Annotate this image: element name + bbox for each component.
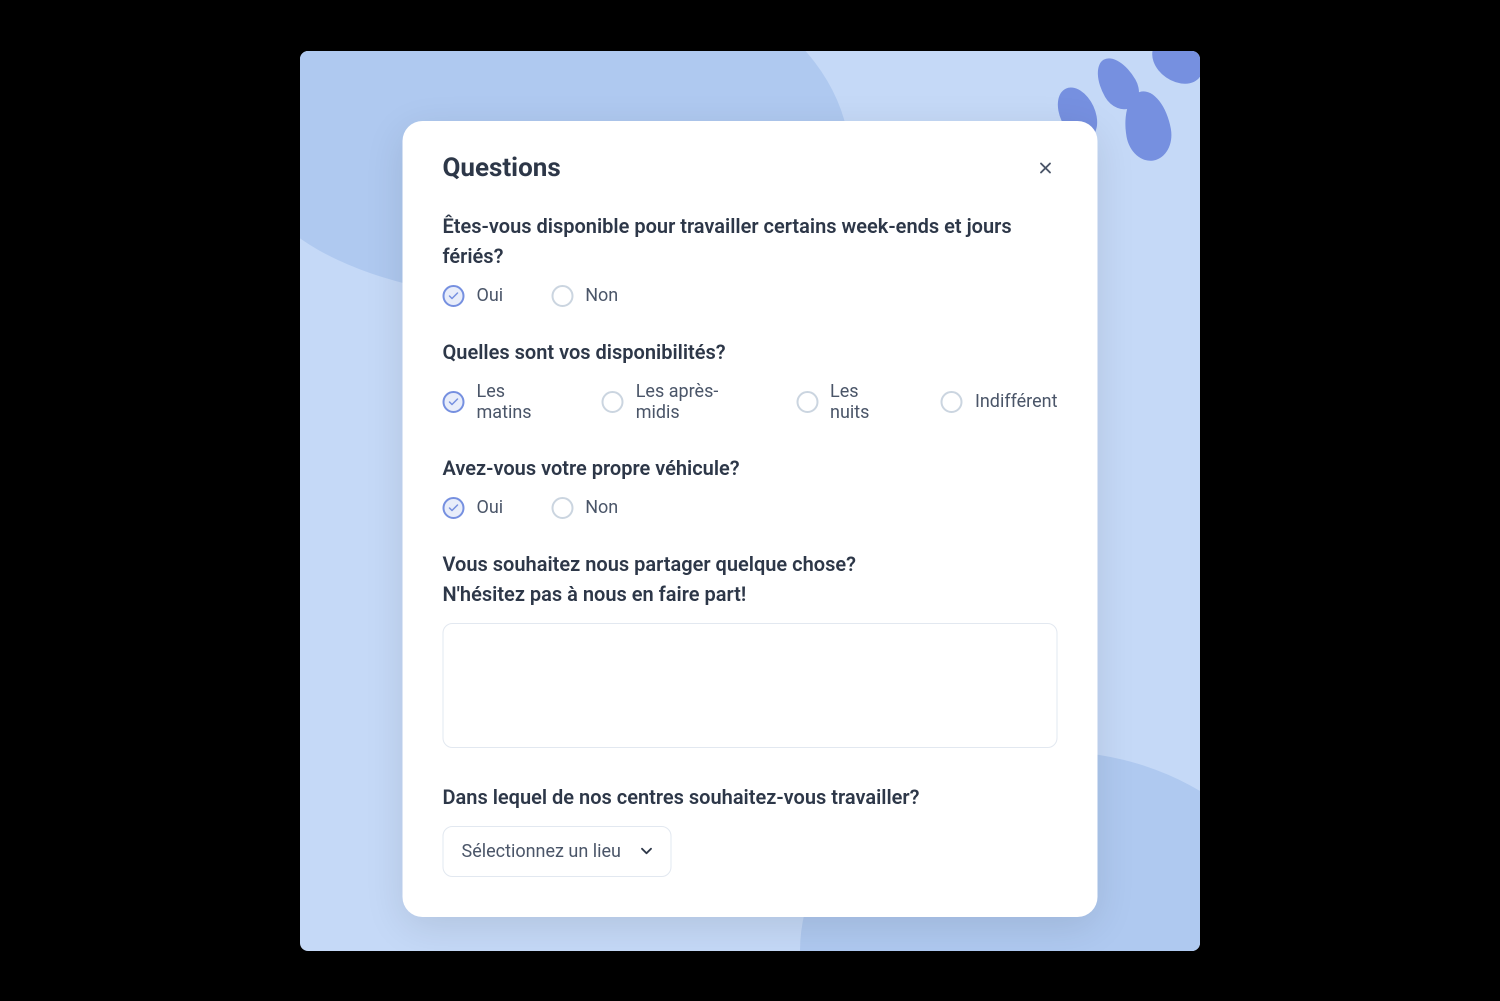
radio-checked-icon [443,285,465,307]
option-label: Indifférent [975,391,1058,412]
option-matins[interactable]: Les matins [443,381,554,423]
radio-unchecked-icon [602,391,624,413]
modal-header: Questions [443,153,1058,183]
share-textarea[interactable] [443,623,1058,748]
question-label: Vous souhaitez nous partager quelque cho… [443,549,1058,609]
close-icon [1037,159,1055,177]
question-vehicle: Avez-vous votre propre véhicule? Oui Non [443,453,1058,519]
option-label: Non [585,497,618,518]
radio-unchecked-icon [796,391,818,413]
radio-checked-icon [443,391,465,413]
option-label: Les après-midis [636,381,748,423]
radio-checked-icon [443,497,465,519]
option-oui[interactable]: Oui [443,497,504,519]
question-availability: Quelles sont vos disponibilités? Les mat… [443,337,1058,423]
option-label: Oui [477,285,504,306]
radio-unchecked-icon [941,391,963,413]
location-select[interactable]: Sélectionnez un lieu [443,826,672,877]
option-label: Non [585,285,618,306]
option-label: Les matins [477,381,554,423]
option-oui[interactable]: Oui [443,285,504,307]
option-indifferent[interactable]: Indifférent [941,391,1058,413]
modal-title: Questions [443,153,561,183]
select-wrapper: Sélectionnez un lieu [443,826,672,877]
question-label: Êtes-vous disponible pour travailler cer… [443,211,1058,271]
option-label: Oui [477,497,504,518]
question-weekends: Êtes-vous disponible pour travailler cer… [443,211,1058,307]
option-non[interactable]: Non [551,285,618,307]
option-non[interactable]: Non [551,497,618,519]
options-row: Oui Non [443,285,1058,307]
questions-modal: Questions Êtes-vous disponible pour trav… [403,121,1098,917]
question-label: Quelles sont vos disponibilités? [443,337,1058,367]
question-label: Avez-vous votre propre véhicule? [443,453,1058,483]
option-apres-midis[interactable]: Les après-midis [602,381,748,423]
question-label: Dans lequel de nos centres souhaitez-vou… [443,782,1058,812]
radio-unchecked-icon [551,285,573,307]
option-nuits[interactable]: Les nuits [796,381,893,423]
radio-unchecked-icon [551,497,573,519]
close-button[interactable] [1034,156,1058,180]
options-row: Les matins Les après-midis Les nuits Ind… [443,381,1058,423]
option-label: Les nuits [830,381,893,423]
question-share: Vous souhaitez nous partager quelque cho… [443,549,1058,752]
backdrop: Questions Êtes-vous disponible pour trav… [300,51,1200,951]
options-row: Oui Non [443,497,1058,519]
question-location: Dans lequel de nos centres souhaitez-vou… [443,782,1058,877]
